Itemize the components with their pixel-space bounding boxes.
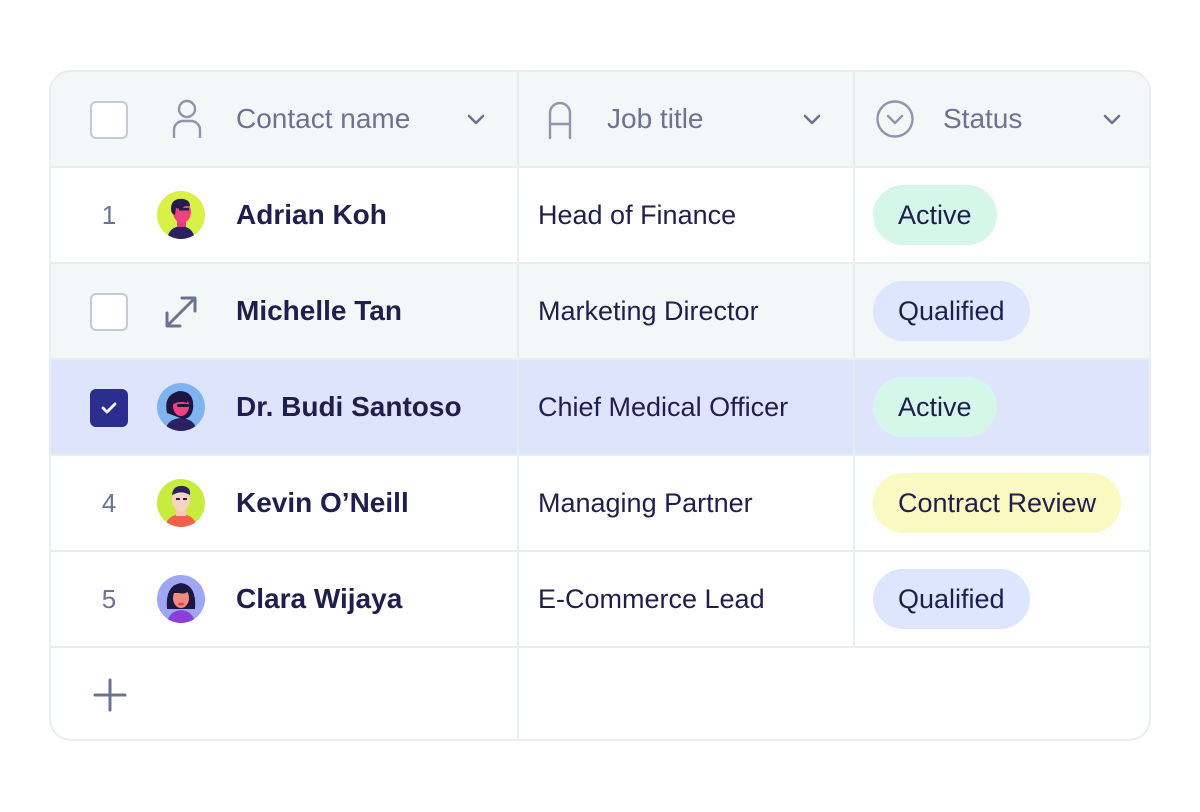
expand-icon[interactable] bbox=[161, 292, 201, 332]
status-cell[interactable]: Qualified bbox=[853, 552, 1149, 646]
header-label-job-title: Job title bbox=[607, 103, 704, 134]
table-row[interactable]: Michelle Tan Marketing Director Qualifie… bbox=[51, 264, 1149, 360]
avatar bbox=[157, 383, 205, 431]
row-number: 5 bbox=[101, 583, 117, 614]
status-badge[interactable]: Active bbox=[873, 377, 997, 437]
row-checkbox[interactable] bbox=[90, 293, 128, 331]
table-header: Contact name Job title Status bbox=[51, 72, 1149, 168]
job-cell[interactable]: Marketing Director bbox=[517, 264, 853, 358]
add-row-button[interactable] bbox=[91, 676, 129, 714]
text-type-icon bbox=[547, 100, 573, 140]
job-cell[interactable]: E-Commerce Lead bbox=[517, 552, 853, 646]
status-badge[interactable]: Contract Review bbox=[873, 473, 1122, 533]
plus-icon bbox=[93, 678, 127, 712]
header-label-contact-name: Contact name bbox=[236, 103, 411, 134]
job-title: Head of Finance bbox=[538, 199, 737, 230]
job-cell[interactable]: Chief Medical Officer bbox=[517, 360, 853, 454]
job-cell[interactable]: Head of Finance bbox=[517, 168, 853, 262]
table-row[interactable]: 4 Kevin O’Neill Managing Partner Contrac… bbox=[51, 456, 1149, 552]
row-number: 4 bbox=[101, 487, 117, 518]
status-cell[interactable]: Contract Review bbox=[853, 456, 1149, 550]
column-divider bbox=[517, 648, 519, 739]
contacts-table: Contact name Job title Status 1 Adrian K… bbox=[49, 70, 1151, 741]
table-row[interactable]: Dr. Budi Santoso Chief Medical Officer A… bbox=[51, 360, 1149, 456]
status-cell[interactable]: Active bbox=[853, 168, 1149, 262]
status-badge[interactable]: Active bbox=[873, 185, 997, 245]
job-title: Marketing Director bbox=[538, 295, 759, 326]
chevron-down-icon[interactable] bbox=[465, 109, 487, 131]
dropdown-circle-icon bbox=[875, 99, 915, 139]
job-cell[interactable]: Managing Partner bbox=[517, 456, 853, 550]
row-number: 1 bbox=[101, 199, 117, 230]
contact-name[interactable]: Michelle Tan bbox=[236, 295, 402, 327]
job-title: E-Commerce Lead bbox=[538, 583, 765, 614]
contact-cell[interactable]: 5 Clara Wijaya bbox=[51, 552, 517, 646]
contact-name[interactable]: Adrian Koh bbox=[236, 199, 387, 231]
job-title: Chief Medical Officer bbox=[538, 391, 789, 422]
status-cell[interactable]: Qualified bbox=[853, 264, 1149, 358]
chevron-down-icon[interactable] bbox=[1101, 109, 1123, 131]
table-row[interactable]: 1 Adrian Koh Head of Finance Active bbox=[51, 168, 1149, 264]
avatar bbox=[157, 479, 205, 527]
table-row[interactable]: 5 Clara Wijaya E-Commerce Lead Qualified bbox=[51, 552, 1149, 648]
checkmark-icon bbox=[101, 402, 117, 414]
chevron-down-icon[interactable] bbox=[801, 109, 823, 131]
status-badge[interactable]: Qualified bbox=[873, 281, 1030, 341]
avatar bbox=[157, 191, 205, 239]
contact-name[interactable]: Kevin O’Neill bbox=[236, 487, 409, 519]
add-row[interactable] bbox=[51, 648, 1149, 739]
contact-cell[interactable]: 4 Kevin O’Neill bbox=[51, 456, 517, 550]
contact-cell[interactable]: Dr. Budi Santoso bbox=[51, 360, 517, 454]
header-status[interactable]: Status bbox=[853, 72, 1149, 166]
contact-cell[interactable]: 1 Adrian Koh bbox=[51, 168, 517, 262]
row-checkbox-checked[interactable] bbox=[90, 389, 128, 427]
status-cell[interactable]: Active bbox=[853, 360, 1149, 454]
job-title: Managing Partner bbox=[538, 487, 753, 518]
select-all-checkbox[interactable] bbox=[90, 101, 128, 139]
avatar bbox=[157, 575, 205, 623]
header-contact-name[interactable]: Contact name bbox=[51, 72, 517, 166]
header-label-status: Status bbox=[943, 103, 1023, 134]
status-badge[interactable]: Qualified bbox=[873, 569, 1030, 629]
contact-cell[interactable]: Michelle Tan bbox=[51, 264, 517, 358]
contact-name[interactable]: Clara Wijaya bbox=[236, 583, 402, 615]
contact-name[interactable]: Dr. Budi Santoso bbox=[236, 391, 462, 423]
person-icon bbox=[171, 98, 203, 140]
header-job-title[interactable]: Job title bbox=[517, 72, 853, 166]
